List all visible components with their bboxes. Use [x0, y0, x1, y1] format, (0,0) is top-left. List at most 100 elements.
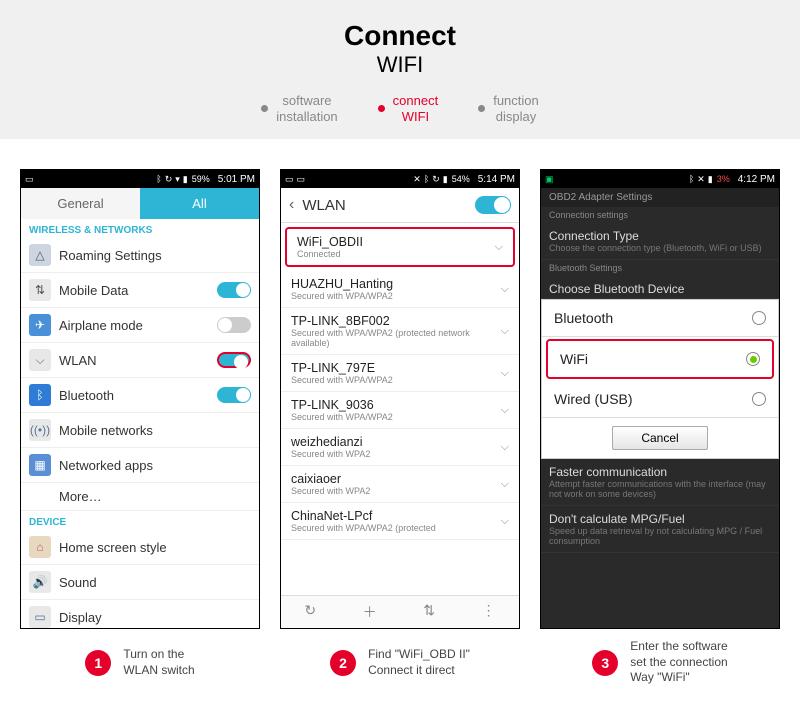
toggle-switch[interactable] — [217, 387, 251, 403]
menu-icon[interactable]: ⋮ — [482, 602, 496, 622]
toggle-switch[interactable] — [217, 282, 251, 298]
caption-text: Enter the softwareset the connectionWay … — [630, 639, 727, 686]
bluetooth-icon: ᛒ — [29, 384, 51, 406]
filter-icon[interactable]: ⇅ — [423, 602, 435, 622]
nav-steps: softwareinstallation connectWIFI functio… — [0, 93, 800, 124]
bluetooth-icon: ᛒ — [424, 174, 429, 184]
refresh-icon[interactable]: ↻ — [304, 602, 316, 622]
back-icon[interactable]: ‹ — [289, 196, 294, 214]
caption-2: 2 Find "WiFi_OBD II"Connect it direct — [280, 639, 520, 686]
toggle-switch[interactable] — [475, 196, 511, 214]
roaming-icon: △ — [29, 244, 51, 266]
bluetooth-icon: ᛒ — [689, 174, 694, 184]
screen-title: OBD2 Adapter Settings — [541, 188, 779, 207]
nav-label: functiondisplay — [493, 93, 539, 124]
home-icon: ⌂ — [29, 536, 51, 558]
option-wifi[interactable]: WiFi — [546, 339, 774, 379]
row-bluetooth[interactable]: ᛒBluetooth — [21, 378, 259, 413]
row-home-style[interactable]: ⌂Home screen style — [21, 530, 259, 565]
dot-icon — [378, 105, 385, 112]
status-bar: ▭▭ ✕ᛒ↻▮ 54% 5:14 PM — [281, 170, 519, 188]
network-item[interactable]: WiFi_OBDIIConnected⌵ — [285, 227, 515, 267]
wifi-icon: ⌵ — [495, 241, 503, 254]
cancel-button[interactable]: Cancel — [612, 426, 707, 450]
wifi-lock-icon: ⌵ — [501, 404, 509, 417]
wlan-header: ‹ WLAN — [281, 188, 519, 223]
status-bar: ▣ ᛒ✕▮ 3% 4:12 PM — [541, 170, 779, 188]
battery-pct: 59% — [192, 174, 210, 184]
row-wlan[interactable]: ⌵WLAN — [21, 343, 259, 378]
caption-1: 1 Turn on theWLAN switch — [20, 639, 260, 686]
sync-icon: ↻ — [432, 174, 440, 185]
bluetooth-icon: ᛒ — [156, 174, 161, 184]
page-title: Connect — [0, 20, 800, 52]
section-label: Connection settings — [541, 207, 779, 223]
tabs: General All — [21, 188, 259, 219]
option-bluetooth[interactable]: Bluetooth — [542, 300, 778, 337]
wifi-lock-icon: ⌵ — [501, 325, 509, 338]
nav-label: connectWIFI — [393, 93, 439, 124]
captions-row: 1 Turn on theWLAN switch 2 Find "WiFi_OB… — [0, 639, 800, 706]
tab-all[interactable]: All — [140, 188, 259, 219]
row-choose-bt[interactable]: Choose Bluetooth Device — [541, 276, 779, 299]
row-connection-type[interactable]: Connection TypeChoose the connection typ… — [541, 223, 779, 260]
signal-icon: ▮ — [183, 174, 188, 185]
caption-3: 3 Enter the softwareset the connectionWa… — [540, 639, 780, 686]
wifi-lock-icon: ⌵ — [501, 283, 509, 296]
network-item[interactable]: caixiaoerSecured with WPA2⌵ — [281, 466, 519, 503]
row-no-mpg[interactable]: Don't calculate MPG/FuelSpeed up data re… — [541, 506, 779, 553]
wlan-title: WLAN — [302, 197, 475, 214]
mute-icon: ✕ — [413, 174, 421, 185]
page-subtitle: WIFI — [0, 52, 800, 78]
network-item[interactable]: TP-LINK_9036Secured with WPA/WPA2⌵ — [281, 392, 519, 429]
clock: 5:01 PM — [218, 174, 255, 185]
display-icon: ▭ — [29, 606, 51, 628]
antenna-icon: ((•)) — [29, 419, 51, 441]
wifi-lock-icon: ⌵ — [501, 478, 509, 491]
network-item[interactable]: HUAZHU_HantingSecured with WPA/WPA2⌵ — [281, 271, 519, 308]
bottom-bar: ↻ ＋ ⇅ ⋮ — [281, 595, 519, 628]
phone-settings: ▭ ᛒ ↻▾▮ 59% 5:01 PM General All WIRELESS … — [20, 169, 260, 629]
wifi-lock-icon: ⌵ — [501, 515, 509, 528]
dot-icon — [478, 105, 485, 112]
network-item[interactable]: TP-LINK_797ESecured with WPA/WPA2⌵ — [281, 355, 519, 392]
row-roaming[interactable]: △Roaming Settings — [21, 238, 259, 273]
phones-row: ▭ ᛒ↻▾▮ 59% 5:01 PM General All WIRELESS … — [0, 139, 800, 639]
mobile-data-icon: ⇅ — [29, 279, 51, 301]
toggle-switch[interactable] — [217, 317, 251, 333]
row-mobile-networks[interactable]: ((•))Mobile networks — [21, 413, 259, 448]
row-networked-apps[interactable]: ▦Networked apps — [21, 448, 259, 483]
caption-text: Find "WiFi_OBD II"Connect it direct — [368, 647, 470, 678]
wifi-icon: ⌵ — [29, 349, 51, 371]
radio-icon — [752, 392, 766, 406]
row-display[interactable]: ▭Display — [21, 600, 259, 629]
nav-item-function: functiondisplay — [478, 93, 539, 124]
add-icon[interactable]: ＋ — [363, 602, 377, 622]
network-item[interactable]: weizhedianziSecured with WPA2⌵ — [281, 429, 519, 466]
row-sound[interactable]: 🔊Sound — [21, 565, 259, 600]
phone-wlan: ▭▭ ✕ᛒ↻▮ 54% 5:14 PM ‹ WLAN WiFi_OBDIICon… — [280, 169, 520, 629]
option-wired[interactable]: Wired (USB) — [542, 381, 778, 418]
sync-icon: ↻ — [165, 174, 173, 185]
section-device: DEVICE — [21, 511, 259, 530]
row-faster-comm[interactable]: Faster communicationAttempt faster commu… — [541, 459, 779, 506]
signal-icon: ▮ — [708, 174, 713, 185]
network-item[interactable]: ChinaNet-LPcfSecured with WPA/WPA2 (prot… — [281, 503, 519, 540]
row-mobile-data[interactable]: ⇅Mobile Data — [21, 273, 259, 308]
network-item[interactable]: TP-LINK_8BF002Secured with WPA/WPA2 (pro… — [281, 308, 519, 355]
row-more[interactable]: More… — [21, 483, 259, 511]
section-label: Bluetooth Settings — [541, 260, 779, 276]
page-header: Connect WIFI softwareinstallation connec… — [0, 0, 800, 139]
phone-adapter-settings: ▣ ᛒ✕▮ 3% 4:12 PM OBD2 Adapter Settings C… — [540, 169, 780, 629]
nav-label: softwareinstallation — [276, 93, 337, 124]
toggle-switch[interactable] — [217, 352, 251, 368]
section-wireless: WIRELESS & NETWORKS — [21, 219, 259, 238]
tab-general[interactable]: General — [21, 188, 140, 219]
row-airplane[interactable]: ✈Airplane mode — [21, 308, 259, 343]
wifi-lock-icon: ⌵ — [501, 441, 509, 454]
radio-icon — [746, 352, 760, 366]
wifi-icon: ▾ — [175, 174, 180, 185]
status-bar: ▭ ᛒ↻▾▮ 59% 5:01 PM — [21, 170, 259, 188]
battery-pct: 3% — [717, 174, 730, 184]
clock: 4:12 PM — [738, 174, 775, 185]
